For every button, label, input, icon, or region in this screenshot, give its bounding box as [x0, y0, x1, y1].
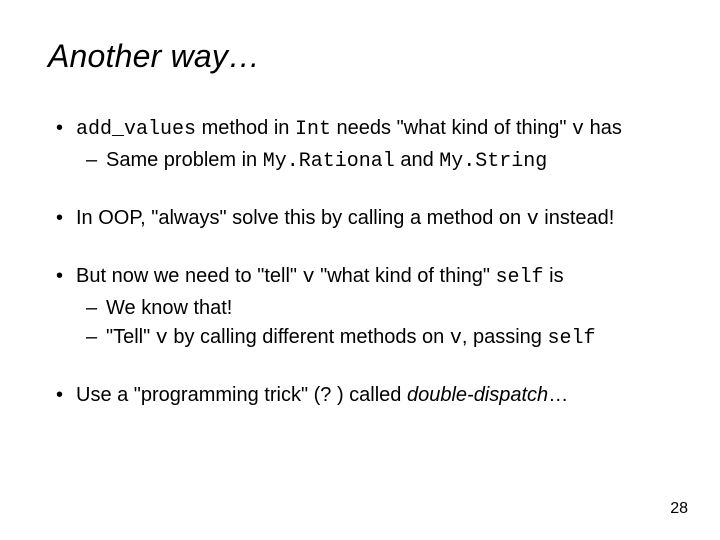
code-self: self	[496, 266, 544, 289]
code-self: self	[547, 327, 595, 350]
text: , passing	[462, 326, 548, 348]
bullet-1: add_values method in Int needs "what kin…	[48, 115, 672, 175]
code-v: v	[303, 266, 315, 289]
text: We know that!	[106, 297, 232, 319]
sub-bullet: We know that!	[76, 295, 672, 322]
text: method in	[196, 117, 295, 139]
code-myrational: My.Rational	[263, 150, 395, 173]
emphasis-double-dispatch: double-dispatch	[407, 384, 548, 406]
text: is	[544, 265, 564, 287]
bullet-3: But now we need to "tell" v "what kind o…	[48, 263, 672, 352]
text: Same problem in	[106, 149, 263, 171]
sub-list: Same problem in My.Rational and My.Strin…	[76, 147, 672, 175]
text: instead!	[539, 207, 615, 229]
text: has	[584, 117, 622, 139]
code-v: v	[527, 208, 539, 231]
code-int: Int	[295, 118, 331, 141]
text: In OOP, "always" solve this by calling a…	[76, 207, 527, 229]
sub-list: We know that! "Tell" v by calling differ…	[76, 295, 672, 352]
text: needs "what kind of thing"	[331, 117, 572, 139]
bullet-list: add_values method in Int needs "what kin…	[48, 115, 672, 409]
sub-bullet: Same problem in My.Rational and My.Strin…	[76, 147, 672, 175]
text: "what kind of thing"	[315, 265, 496, 287]
text: by calling different methods on	[168, 326, 450, 348]
slide: Another way… add_values method in Int ne…	[0, 0, 720, 540]
sub-bullet: "Tell" v by calling different methods on…	[76, 324, 672, 352]
text: Use a "programming trick" (? ) called	[76, 384, 407, 406]
text: But now we need to "tell"	[76, 265, 303, 287]
code-mystring: My.String	[439, 150, 547, 173]
text: …	[548, 384, 568, 406]
page-number: 28	[670, 500, 688, 518]
slide-title: Another way…	[48, 38, 672, 75]
bullet-4: Use a "programming trick" (? ) called do…	[48, 382, 672, 409]
code-v: v	[156, 327, 168, 350]
code-v: v	[450, 327, 462, 350]
code-v: v	[572, 118, 584, 141]
bullet-2: In OOP, "always" solve this by calling a…	[48, 205, 672, 233]
code-add-values: add_values	[76, 118, 196, 141]
text: "Tell"	[106, 326, 156, 348]
text: and	[395, 149, 439, 171]
